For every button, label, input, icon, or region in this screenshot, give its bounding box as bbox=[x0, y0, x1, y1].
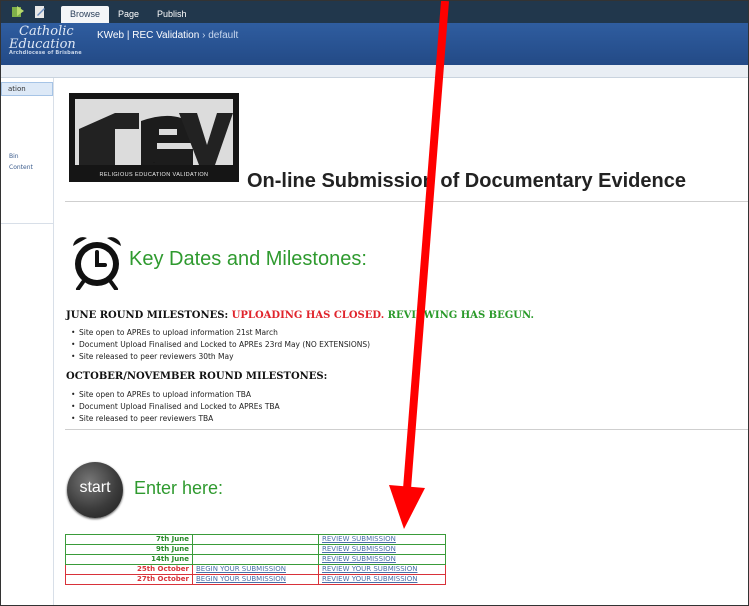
october-milestone-item: Site open to APREs to upload information… bbox=[71, 390, 251, 399]
catholic-education-logo[interactable]: Catholic Education Archdiocese of Brisba… bbox=[9, 25, 82, 56]
site-banner: Catholic Education Archdiocese of Brisba… bbox=[1, 23, 748, 65]
review-your-submission-link[interactable]: REVIEW YOUR SUBMISSION bbox=[322, 575, 418, 583]
left-navigation: ation Bin Content bbox=[1, 78, 54, 605]
begin-submission-link[interactable]: BEGIN YOUR SUBMISSION bbox=[196, 565, 286, 573]
rev-logo: rev RELIGIOUS EDUCATION VALIDATION bbox=[69, 93, 239, 182]
tab-page[interactable]: Page bbox=[109, 6, 148, 23]
browser-page: Browse Page Publish Catholic Education A… bbox=[0, 0, 749, 606]
divider-top bbox=[65, 201, 748, 202]
round-date: 9th June bbox=[65, 544, 193, 555]
key-dates-heading: Key Dates and Milestones: bbox=[129, 248, 367, 270]
table-row: 27th October BEGIN YOUR SUBMISSION REVIE… bbox=[65, 574, 446, 585]
nav-link-recycle-bin[interactable]: Bin bbox=[9, 153, 19, 160]
begin-cell bbox=[192, 534, 319, 545]
october-milestone-item: Site released to peer reviewers TBA bbox=[71, 414, 213, 423]
page-title: On-line Submission of Documentary Eviden… bbox=[247, 170, 686, 192]
june-milestone-item: Document Upload Finalised and Locked to … bbox=[71, 340, 370, 349]
review-submission-link[interactable]: REVIEW SUBMISSION bbox=[322, 555, 396, 563]
october-milestones-heading: OCTOBER/NOVEMBER ROUND MILESTONES: bbox=[66, 371, 328, 382]
submissions-table: 7th June REVIEW SUBMISSION 9th June REVI… bbox=[65, 534, 446, 585]
review-submission-link[interactable]: REVIEW SUBMISSION bbox=[322, 535, 396, 543]
nav-divider bbox=[1, 223, 53, 224]
alarm-clock-icon bbox=[73, 237, 121, 290]
table-row: 7th June REVIEW SUBMISSION bbox=[65, 534, 446, 545]
tab-browse[interactable]: Browse bbox=[61, 6, 110, 23]
june-milestones-heading: JUNE ROUND MILESTONES: UPLOADING HAS CLO… bbox=[66, 310, 534, 321]
nav-item-selected[interactable]: ation bbox=[1, 82, 53, 96]
toolbar-strip bbox=[1, 65, 748, 78]
begin-submission-link[interactable]: BEGIN YOUR SUBMISSION bbox=[196, 575, 286, 583]
tab-publish[interactable]: Publish bbox=[148, 6, 196, 23]
divider-bottom bbox=[65, 429, 748, 430]
breadcrumb-page-link[interactable]: REC Validation bbox=[132, 30, 199, 41]
start-button[interactable]: start bbox=[67, 462, 123, 518]
reviewing-begun-status: REVIEWING HAS BEGUN. bbox=[387, 310, 534, 321]
round-date: 27th October bbox=[65, 574, 193, 585]
upload-closed-status: UPLOADING HAS CLOSED. bbox=[231, 310, 385, 321]
review-submission-link[interactable]: REVIEW SUBMISSION bbox=[322, 545, 396, 553]
round-date: 25th October bbox=[65, 564, 193, 575]
june-milestone-item: Site open to APREs to upload information… bbox=[71, 328, 278, 337]
ribbon-bar: Browse Page Publish bbox=[1, 1, 748, 23]
edit-page-icon[interactable] bbox=[33, 5, 47, 19]
breadcrumb-current: default bbox=[208, 30, 239, 41]
enter-here-heading: Enter here: bbox=[134, 478, 224, 498]
round-date: 14th June bbox=[65, 554, 193, 565]
october-milestone-item: Document Upload Finalised and Locked to … bbox=[71, 402, 280, 411]
begin-cell bbox=[192, 544, 319, 555]
breadcrumb-separator-icon: › bbox=[202, 30, 206, 41]
breadcrumb-site-link[interactable]: KWeb bbox=[97, 30, 124, 41]
round-date: 7th June bbox=[65, 534, 193, 545]
table-row: 25th October BEGIN YOUR SUBMISSION REVIE… bbox=[65, 564, 446, 575]
begin-cell bbox=[192, 554, 319, 565]
nav-link-site-content[interactable]: Content bbox=[9, 164, 33, 171]
table-row: 14th June REVIEW SUBMISSION bbox=[65, 554, 446, 565]
june-milestone-item: Site released to peer reviewers 30th May bbox=[71, 352, 234, 361]
review-your-submission-link[interactable]: REVIEW YOUR SUBMISSION bbox=[322, 565, 418, 573]
site-actions-icon[interactable] bbox=[11, 5, 25, 19]
annotation-arrow-icon bbox=[389, 1, 449, 529]
table-row: 9th June REVIEW SUBMISSION bbox=[65, 544, 446, 555]
breadcrumb: KWeb | REC Validation › default bbox=[97, 30, 239, 41]
rev-letters-graphic: rev bbox=[75, 99, 233, 165]
rev-logo-caption: RELIGIOUS EDUCATION VALIDATION bbox=[99, 172, 209, 178]
